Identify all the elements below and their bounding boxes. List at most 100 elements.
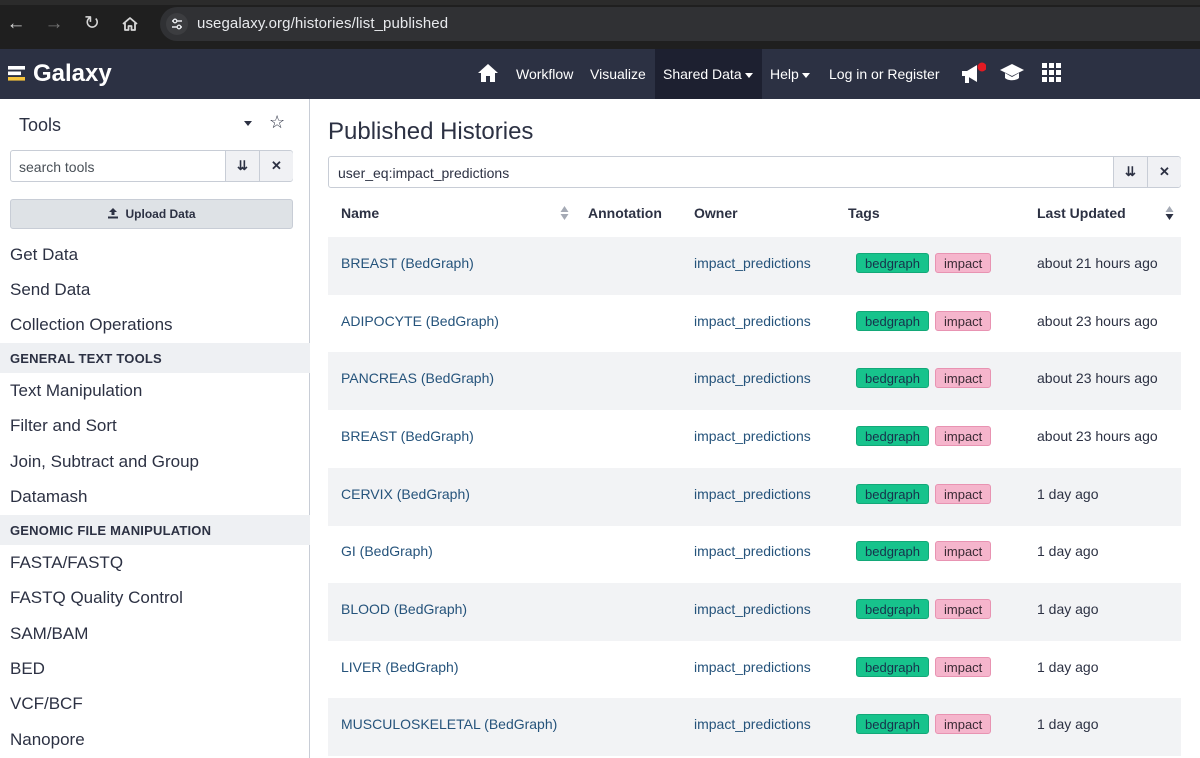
star-icon[interactable]: ☆ [269,112,285,133]
table-row: CERVIX (BedGraph) impact_predictions bed… [328,468,1181,526]
nav-shared-data[interactable]: Shared Data [655,49,762,99]
owner-link[interactable]: impact_predictions [694,313,811,329]
tool-search: search tools ⇊ ✕ [10,150,293,182]
sort-desc-icon[interactable] [1165,205,1174,221]
history-name-link[interactable]: ADIPOCYTE (BedGraph) [341,313,499,329]
tool-section-get-data[interactable]: Get Data [10,245,78,265]
chevron-down-icon [744,72,753,78]
nav-shared-data-label: Shared Data [663,66,742,82]
history-name-link[interactable]: CERVIX (BedGraph) [341,486,470,502]
sort-icon[interactable] [560,205,569,221]
owner-link[interactable]: impact_predictions [694,601,811,617]
megaphone-icon[interactable] [960,62,987,86]
tag-impact[interactable]: impact [935,426,992,446]
last-updated: 1 day ago [1037,601,1099,617]
history-name-link[interactable]: MUSCULOSKELETAL (BedGraph) [341,716,557,732]
column-header-name[interactable]: Name [341,205,379,221]
tool-section-collection-operations[interactable]: Collection Operations [10,315,173,335]
last-updated: about 21 hours ago [1037,255,1158,271]
tag-bedgraph[interactable]: bedgraph [856,253,929,273]
column-header-owner[interactable]: Owner [694,205,738,221]
tool-section-sam-bam[interactable]: SAM/BAM [10,624,88,644]
table-row: BREAST (BedGraph) impact_predictions bed… [328,410,1181,468]
history-filter-input[interactable]: user_eq:impact_predictions [338,165,509,181]
nav-visualize[interactable]: Visualize [590,49,646,99]
tool-section-text-manipulation[interactable]: Text Manipulation [10,381,142,401]
notification-dot [977,62,987,72]
history-name-link[interactable]: LIVER (BedGraph) [341,659,459,675]
tool-section-vcf-bcf[interactable]: VCF/BCF [10,694,83,714]
tool-section-nanopore[interactable]: Nanopore [10,730,85,750]
chevron-down-icon[interactable] [244,121,252,126]
history-name-link[interactable]: BREAST (BedGraph) [341,428,474,444]
upload-data-label: Upload Data [125,207,196,221]
tag-bedgraph[interactable]: bedgraph [856,714,929,734]
tool-section-fastq-quality-control[interactable]: FASTQ Quality Control [10,588,183,608]
site-info-icon[interactable] [166,13,188,35]
nav-workflow[interactable]: Workflow [516,49,573,99]
tag-bedgraph[interactable]: bedgraph [856,368,929,388]
browser-home-icon[interactable] [118,12,142,36]
tag-bedgraph[interactable]: bedgraph [856,657,929,677]
table-row: BLOOD (BedGraph) impact_predictions bedg… [328,583,1181,641]
reload-icon[interactable]: ↻ [80,12,104,36]
nav-login[interactable]: Log in or Register [829,49,940,99]
tool-search-input[interactable]: search tools [19,159,94,175]
tool-section-filter-and-sort[interactable]: Filter and Sort [10,416,117,436]
grid-icon[interactable] [1042,62,1062,86]
clear-filter-icon[interactable]: ✕ [1147,157,1181,187]
history-filter: user_eq:impact_predictions ⇊ ✕ [328,156,1181,188]
tool-section-datamash[interactable]: Datamash [10,487,87,507]
advanced-filter-icon[interactable]: ⇊ [1113,157,1147,187]
nav-help[interactable]: Help [770,49,810,99]
owner-link[interactable]: impact_predictions [694,659,811,675]
advanced-search-icon[interactable]: ⇊ [225,151,259,181]
tag-impact[interactable]: impact [935,311,992,331]
last-updated: 1 day ago [1037,543,1099,559]
history-name-link[interactable]: GI (BedGraph) [341,543,433,559]
tag-bedgraph[interactable]: bedgraph [856,599,929,619]
home-icon[interactable] [477,62,499,86]
galaxy-logo-icon [8,66,25,81]
tool-label-general-text-tools: GENERAL TEXT TOOLS [0,343,310,373]
forward-icon[interactable]: → [42,12,66,36]
table-row: ADIPOCYTE (BedGraph) impact_predictions … [328,295,1181,353]
tool-section-fasta-fastq[interactable]: FASTA/FASTQ [10,553,123,573]
tag-impact[interactable]: impact [935,541,992,561]
last-updated: about 23 hours ago [1037,313,1158,329]
tag-impact[interactable]: impact [935,484,992,504]
clear-search-icon[interactable]: ✕ [259,151,293,181]
owner-link[interactable]: impact_predictions [694,370,811,386]
nav-help-label: Help [770,66,799,82]
owner-link[interactable]: impact_predictions [694,255,811,271]
owner-link[interactable]: impact_predictions [694,543,811,559]
tag-impact[interactable]: impact [935,657,992,677]
owner-link[interactable]: impact_predictions [694,486,811,502]
graduation-cap-icon[interactable] [999,62,1025,86]
history-name-link[interactable]: BREAST (BedGraph) [341,255,474,271]
tag-impact[interactable]: impact [935,599,992,619]
tag-bedgraph[interactable]: bedgraph [856,541,929,561]
tag-impact[interactable]: impact [935,368,992,388]
tag-bedgraph[interactable]: bedgraph [856,484,929,504]
owner-link[interactable]: impact_predictions [694,716,811,732]
history-name-link[interactable]: PANCREAS (BedGraph) [341,370,494,386]
upload-data-button[interactable]: Upload Data [10,199,293,229]
tool-section-join-subtract-group[interactable]: Join, Subtract and Group [10,452,199,472]
last-updated: 1 day ago [1037,659,1099,675]
column-header-last-updated[interactable]: Last Updated [1037,205,1126,221]
tag-bedgraph[interactable]: bedgraph [856,311,929,331]
history-name-link[interactable]: BLOOD (BedGraph) [341,601,467,617]
table-row: MUSCULOSKELETAL (BedGraph) impact_predic… [328,698,1181,756]
last-updated: 1 day ago [1037,486,1099,502]
tag-impact[interactable]: impact [935,253,992,273]
tag-bedgraph[interactable]: bedgraph [856,426,929,446]
tool-label-text: GENERAL TEXT TOOLS [10,351,162,366]
tag-impact[interactable]: impact [935,714,992,734]
owner-link[interactable]: impact_predictions [694,428,811,444]
back-icon[interactable]: ← [4,12,28,36]
tool-section-send-data[interactable]: Send Data [10,280,90,300]
url-text[interactable]: usegalaxy.org/histories/list_published [197,15,448,32]
last-updated: about 23 hours ago [1037,370,1158,386]
tool-section-bed[interactable]: BED [10,659,45,679]
